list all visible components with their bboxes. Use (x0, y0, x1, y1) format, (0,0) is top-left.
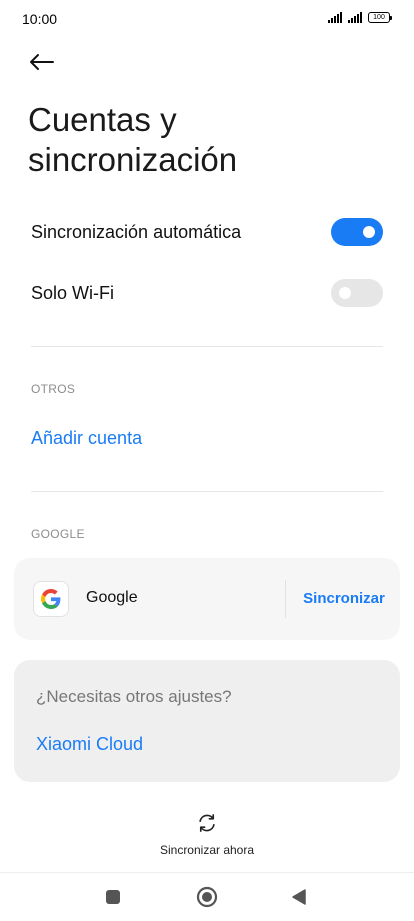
xiaomi-cloud-link[interactable]: Xiaomi Cloud (36, 734, 143, 755)
auto-sync-toggle[interactable] (331, 218, 383, 246)
navigation-bar (0, 872, 414, 921)
toggle-knob (339, 287, 351, 299)
divider (31, 346, 383, 347)
page-title-line-2: sincronización (28, 141, 238, 178)
toggle-knob (363, 226, 375, 238)
wifi-only-row[interactable]: Solo Wi-Fi (31, 273, 383, 313)
auto-sync-row[interactable]: Sincronización automática (31, 212, 383, 252)
status-time: 10:00 (22, 11, 58, 27)
home-button[interactable] (195, 885, 219, 909)
wifi-only-toggle[interactable] (331, 279, 383, 307)
section-header-others: OTROS (31, 382, 76, 396)
back-arrow-icon (30, 54, 54, 70)
divider (31, 491, 383, 492)
add-account-link[interactable]: Añadir cuenta (31, 428, 142, 449)
page-title-line-1: Cuentas y (28, 101, 177, 138)
back-nav-button[interactable] (287, 885, 311, 909)
auto-sync-label: Sincronización automática (31, 221, 242, 242)
section-header-google: GOOGLE (31, 527, 85, 541)
page-title: Cuentas y sincronización (28, 100, 388, 180)
home-circle-icon (196, 886, 218, 908)
google-account-name: Google (86, 589, 138, 606)
status-bar: 10:00 100 (0, 0, 414, 38)
sync-google-button[interactable]: Sincronizar (296, 590, 392, 607)
square-icon (106, 890, 120, 904)
google-logo-icon (33, 581, 69, 617)
more-settings-question: ¿Necesitas otros ajustes? (36, 687, 232, 706)
status-icons: 100 (328, 12, 392, 23)
sync-now-button[interactable]: Sincronizar ahora (157, 812, 257, 857)
signal-1-icon (328, 12, 342, 23)
triangle-back-icon (292, 889, 306, 905)
google-account-card[interactable]: Google Sincronizar (14, 558, 400, 640)
battery-icon: 100 (368, 12, 392, 23)
signal-2-icon (348, 12, 362, 23)
wifi-only-label: Solo Wi-Fi (31, 282, 115, 303)
more-settings-card: ¿Necesitas otros ajustes? Xiaomi Cloud (14, 660, 400, 782)
sync-icon (199, 814, 215, 832)
recents-button[interactable] (101, 885, 125, 909)
card-divider (285, 580, 286, 618)
back-button[interactable] (28, 48, 56, 76)
sync-now-label: Sincronizar ahora (159, 843, 255, 857)
